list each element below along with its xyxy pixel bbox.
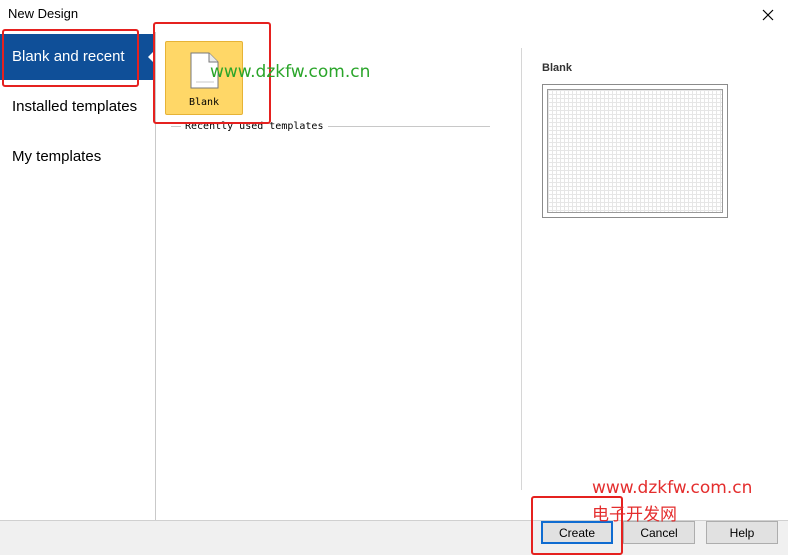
sidebar-item-installed-templates[interactable]: Installed templates (0, 84, 155, 130)
window-title: New Design (8, 6, 79, 21)
sidebar: Blank and recent Installed templates My … (0, 32, 156, 520)
sidebar-item-label: My templates (12, 148, 102, 165)
sidebar-item-label: Blank and recent (12, 48, 125, 65)
title-bar: New Design (0, 0, 788, 30)
preview-title: Blank (542, 62, 572, 74)
document-icon (190, 52, 219, 89)
help-button[interactable]: Help (706, 521, 778, 544)
close-icon (762, 9, 774, 21)
section-divider-left (171, 126, 181, 127)
cancel-button[interactable]: Cancel (623, 521, 695, 544)
tile-label: Blank (188, 97, 220, 108)
blank-template-tile[interactable]: Blank (165, 41, 243, 115)
create-button[interactable]: Create (541, 521, 613, 544)
close-button[interactable] (748, 0, 788, 30)
section-divider-right (328, 126, 490, 127)
sidebar-item-label: Installed templates (12, 98, 138, 115)
sidebar-item-blank-and-recent[interactable]: Blank and recent (0, 34, 155, 80)
template-list: Blank Recently used templates (156, 32, 521, 520)
sidebar-item-my-templates[interactable]: My templates (0, 134, 155, 180)
section-label-recent: Recently used templates (184, 121, 325, 132)
preview-pane: Blank (522, 32, 788, 520)
preview-grid (547, 89, 723, 213)
preview-thumbnail (542, 84, 728, 218)
